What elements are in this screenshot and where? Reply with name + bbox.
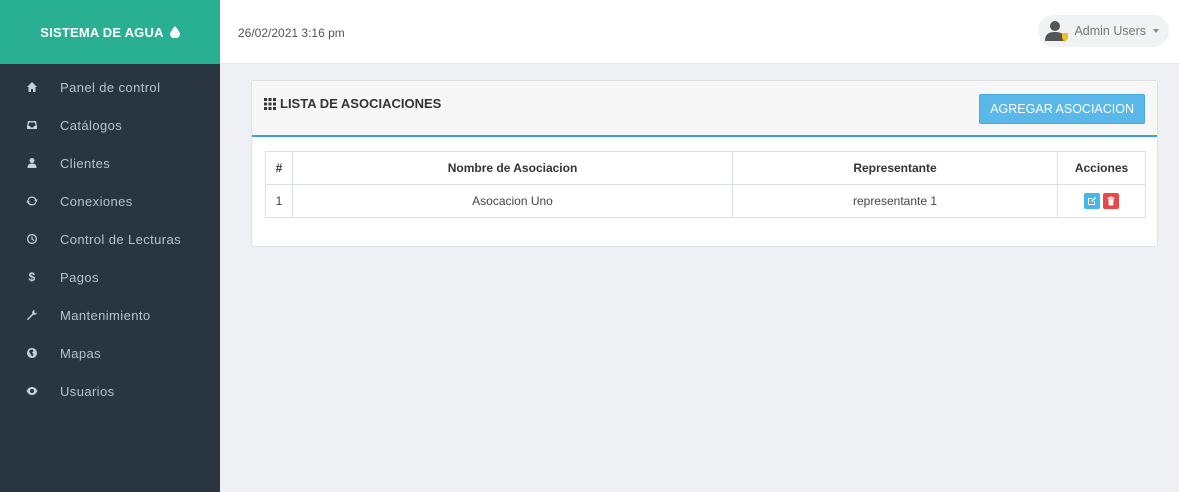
- user-avatar-icon: [1045, 21, 1069, 42]
- sidebar-item-mantenimiento[interactable]: Mantenimiento: [0, 296, 220, 334]
- panel-header: LISTA DE ASOCIACIONES AGREGAR ASOCIACION: [252, 81, 1157, 137]
- sidebar-item-label: Control de Lecturas: [60, 231, 182, 247]
- dollar-icon: $: [28, 270, 36, 284]
- column-header-representative: Representante: [732, 151, 1058, 185]
- sidebar-item-panel-de-control[interactable]: Panel de control: [0, 68, 220, 106]
- sidebar: SISTEMA DE AGUA Panel de control Catálog…: [0, 0, 220, 492]
- sidebar-item-label: Clientes: [60, 155, 111, 171]
- chevron-down-icon: [1153, 29, 1159, 33]
- sidebar-item-label: Usuarios: [60, 383, 115, 399]
- trash-icon: [1107, 196, 1115, 206]
- associations-panel: LISTA DE ASOCIACIONES AGREGAR ASOCIACION…: [251, 80, 1158, 247]
- water-drop-icon: [169, 26, 180, 38]
- sidebar-item-pagos[interactable]: $ Pagos: [0, 258, 220, 296]
- header: 26/02/2021 3:16 pm Admin Users: [220, 0, 1179, 64]
- grid-icon: [264, 97, 276, 110]
- column-header-name: Nombre de Asociacion: [292, 151, 733, 185]
- sidebar-item-conexiones[interactable]: Conexiones: [0, 182, 220, 220]
- association-name: Asocacion Uno: [292, 184, 733, 218]
- home-icon: [24, 79, 40, 95]
- panel-title-text: LISTA DE ASOCIACIONES: [280, 96, 442, 111]
- globe-icon: [24, 345, 40, 361]
- sidebar-item-control-de-lecturas[interactable]: Control de Lecturas: [0, 220, 220, 258]
- row-number: 1: [265, 184, 293, 218]
- sidebar-item-label: Pagos: [60, 269, 99, 285]
- refresh-icon: [24, 193, 40, 209]
- brand-title: SISTEMA DE AGUA: [40, 24, 164, 40]
- sidebar-menu: Panel de control Catálogos Clientes Cone…: [0, 64, 220, 410]
- edit-icon: [1088, 197, 1096, 205]
- sidebar-item-clientes[interactable]: Clientes: [0, 144, 220, 182]
- sidebar-item-usuarios[interactable]: Usuarios: [0, 372, 220, 410]
- sidebar-item-mapas[interactable]: Mapas: [0, 334, 220, 372]
- clock-icon: [24, 231, 40, 247]
- add-association-button[interactable]: AGREGAR ASOCIACION: [979, 94, 1145, 124]
- brand[interactable]: SISTEMA DE AGUA: [0, 0, 220, 64]
- sidebar-item-label: Conexiones: [60, 193, 133, 209]
- user-icon: [24, 155, 40, 171]
- eye-icon: [24, 383, 40, 399]
- table-row: 1 Asocacion Uno representante 1: [265, 184, 1146, 218]
- table-header-row: # Nombre de Asociacion Representante Acc…: [265, 151, 1146, 185]
- sidebar-item-catalogos[interactable]: Catálogos: [0, 106, 220, 144]
- association-representative: representante 1: [732, 184, 1058, 218]
- user-menu[interactable]: Admin Users: [1038, 15, 1169, 47]
- sidebar-item-label: Catálogos: [60, 117, 123, 133]
- wrench-icon: [24, 307, 40, 323]
- associations-table: # Nombre de Asociacion Representante Acc…: [265, 151, 1146, 218]
- edit-button[interactable]: [1084, 193, 1100, 209]
- row-actions: [1057, 184, 1146, 218]
- sidebar-item-label: Mapas: [60, 345, 102, 361]
- user-name: Admin Users: [1074, 24, 1146, 38]
- delete-button[interactable]: [1103, 193, 1119, 209]
- sidebar-item-label: Mantenimiento: [60, 307, 151, 323]
- column-header-number: #: [265, 151, 293, 185]
- panel-title: LISTA DE ASOCIACIONES: [264, 96, 441, 111]
- header-datetime: 26/02/2021 3:16 pm: [238, 26, 345, 40]
- inbox-icon: [24, 117, 40, 133]
- sidebar-item-label: Panel de control: [60, 79, 161, 95]
- column-header-actions: Acciones: [1057, 151, 1146, 185]
